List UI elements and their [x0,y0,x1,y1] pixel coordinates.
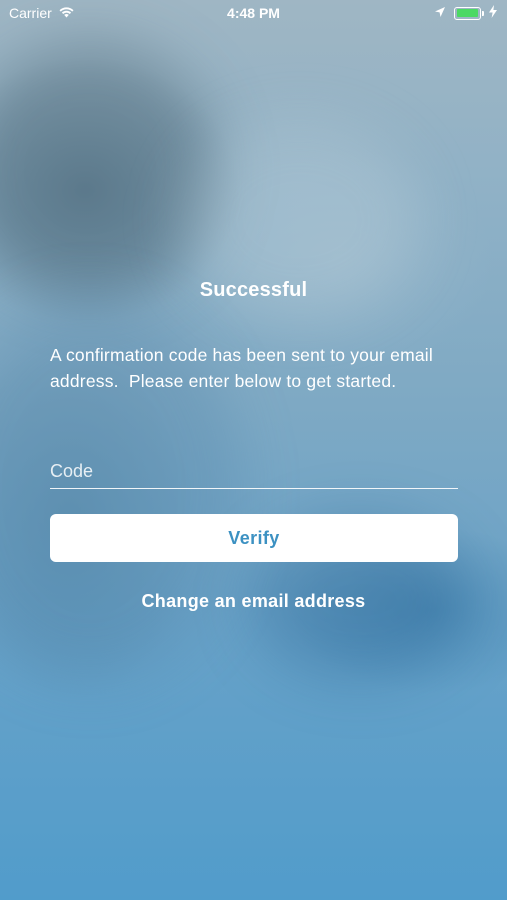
page-title: Successful [199,279,308,301]
status-time: 4:48 PM [227,5,280,21]
battery-icon [454,6,484,20]
background-blur-shape [0,40,220,300]
confirmation-message: A confirmation code has been sent to you… [50,345,439,391]
location-arrow-icon [434,5,446,21]
code-input[interactable] [50,456,458,486]
blurred-photo-background [0,0,507,900]
verify-button[interactable]: Verify [50,514,458,562]
change-email-link[interactable]: Change an email address [0,591,507,612]
status-bar-right [434,5,497,21]
charging-bolt-icon [489,5,497,21]
code-field[interactable] [50,456,458,489]
battery-level-fill [456,9,478,17]
status-bar: Carrier 4:48 PM [0,0,507,28]
battery-tip [482,10,484,16]
